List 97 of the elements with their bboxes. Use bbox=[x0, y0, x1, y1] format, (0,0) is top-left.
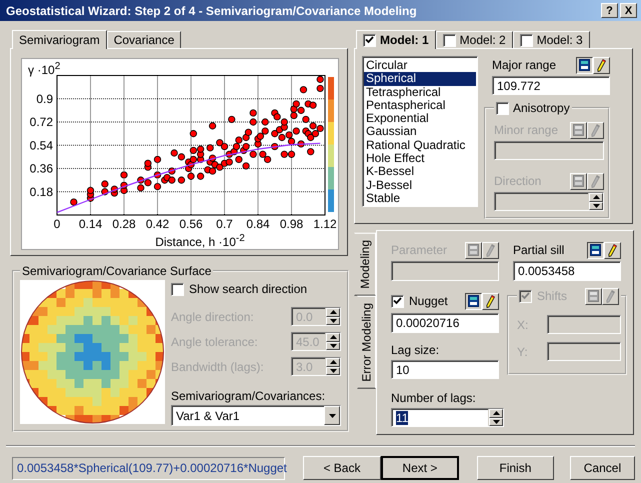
calculator-icon bbox=[573, 124, 584, 136]
pencil-button[interactable] bbox=[482, 292, 499, 310]
field-label: Number of lags: bbox=[391, 391, 476, 405]
list-item[interactable]: Tetraspherical bbox=[364, 86, 476, 99]
formula-field: 0.0053458*Spherical(109.77)+0.00020716*Nugget bbox=[12, 456, 285, 480]
x-tick-label: 0.56 bbox=[179, 217, 203, 231]
list-item[interactable]: Pentaspherical bbox=[364, 98, 476, 112]
checkbox[interactable] bbox=[363, 34, 376, 46]
pencil-button[interactable] bbox=[482, 242, 499, 258]
calculator-icon bbox=[468, 244, 479, 256]
list-item[interactable]: Spherical bbox=[364, 72, 476, 86]
x-tick-label: 0.7 bbox=[216, 217, 233, 231]
group-title: Semivariogram/Covariance Surface bbox=[22, 264, 212, 278]
tab[interactable]: Model: 1 bbox=[356, 30, 436, 49]
pencil-icon bbox=[486, 294, 495, 308]
input-field[interactable] bbox=[391, 261, 499, 281]
input-field[interactable]: 0.0053458 bbox=[513, 261, 621, 281]
pencil-icon bbox=[486, 244, 495, 256]
field-label: Semivariogram/Covariances: bbox=[171, 389, 326, 403]
wizard-button[interactable]: < Back bbox=[303, 456, 381, 480]
pencil-icon bbox=[608, 244, 617, 256]
calculator-icon bbox=[590, 244, 601, 256]
tab[interactable]: Model: 2 bbox=[436, 31, 513, 48]
tab[interactable]: Error Modeling bbox=[357, 296, 376, 388]
input-field[interactable] bbox=[547, 342, 621, 361]
list-item[interactable]: J-Bessel bbox=[364, 178, 476, 192]
checkbox-label: Show search direction bbox=[189, 282, 308, 296]
field-label: Partial sill bbox=[513, 243, 564, 257]
spinner-field[interactable] bbox=[494, 192, 604, 211]
calculator-icon bbox=[579, 59, 590, 71]
x-tick-label: 0.84 bbox=[246, 217, 270, 231]
close-button[interactable]: X bbox=[620, 3, 637, 18]
help-button[interactable]: ? bbox=[601, 3, 618, 18]
list-item[interactable]: K-Bessel bbox=[364, 165, 476, 179]
calculator-icon bbox=[468, 295, 479, 307]
input-field[interactable] bbox=[494, 141, 604, 160]
checkbox[interactable] bbox=[391, 294, 404, 308]
x-tick-label: 0.14 bbox=[78, 217, 102, 231]
caret-icon bbox=[328, 414, 336, 418]
tab[interactable]: Semivariogram bbox=[12, 30, 107, 49]
calculator-button[interactable] bbox=[587, 242, 604, 258]
dropdown[interactable]: Var1 & Var1 bbox=[171, 405, 341, 426]
input-field[interactable] bbox=[547, 315, 621, 334]
list-item[interactable]: Circular bbox=[364, 59, 476, 72]
y-tick-label: 0.72 bbox=[30, 115, 53, 129]
checkbox[interactable] bbox=[496, 102, 509, 114]
calculator-icon bbox=[573, 175, 584, 187]
tab[interactable]: Covariance bbox=[106, 31, 182, 48]
field-label: Lag size: bbox=[391, 343, 440, 357]
list-item[interactable]: Hole Effect bbox=[364, 152, 476, 166]
calculator-button[interactable] bbox=[576, 56, 593, 74]
axis-title: Distance, h ·10$^{-2}$ bbox=[154, 232, 246, 249]
pencil-icon bbox=[606, 290, 615, 302]
tab[interactable]: Modeling bbox=[354, 233, 376, 296]
spin-buttons[interactable] bbox=[588, 193, 603, 210]
list-item[interactable]: Stable bbox=[364, 192, 476, 206]
pencil-button[interactable] bbox=[587, 172, 604, 190]
checkbox[interactable] bbox=[442, 34, 456, 46]
spin-buttons[interactable] bbox=[488, 409, 503, 426]
pencil-icon bbox=[591, 124, 600, 136]
wizard-button[interactable]: Next > bbox=[380, 456, 459, 480]
tab[interactable]: Model: 3 bbox=[512, 31, 590, 48]
y-tick-label: 0.18 bbox=[30, 184, 53, 199]
pencil-button[interactable] bbox=[593, 56, 610, 74]
input-field[interactable]: 10 bbox=[391, 360, 499, 379]
pencil-icon bbox=[591, 174, 600, 188]
y-tick-label: 0.36 bbox=[30, 162, 53, 176]
checkbox-label: Anisotropy bbox=[513, 101, 570, 115]
pencil-button[interactable] bbox=[587, 122, 604, 138]
x-tick-label: 1.12 bbox=[313, 217, 337, 231]
checkbox[interactable] bbox=[171, 282, 184, 296]
calculator-button[interactable] bbox=[465, 292, 482, 310]
window-title: Geostatistical Wizard: Step 2 of 4 - Semivariogram/Covariance Modeling bbox=[6, 4, 417, 18]
x-tick-label: 0.42 bbox=[146, 217, 170, 231]
data-point bbox=[307, 148, 314, 156]
data-point bbox=[178, 176, 186, 184]
input-field[interactable]: 0.00020716 bbox=[391, 313, 499, 333]
input-field[interactable]: 109.772 bbox=[492, 76, 610, 95]
calculator-icon bbox=[588, 290, 599, 302]
spinner-field[interactable]: 11 bbox=[391, 408, 504, 427]
data-point bbox=[300, 86, 308, 94]
wizard-button[interactable]: Cancel bbox=[570, 456, 635, 480]
wizard-button[interactable]: Finish bbox=[476, 456, 554, 480]
x-tick-label: 0 bbox=[54, 217, 60, 231]
x-tick-label: 0.98 bbox=[280, 217, 304, 231]
list-item[interactable]: Exponential bbox=[364, 112, 476, 126]
checkbox-label: Nugget bbox=[409, 294, 448, 308]
x-tick-label: 0.28 bbox=[112, 217, 136, 231]
pencil-button[interactable] bbox=[602, 288, 619, 304]
y-tick-label: 0.9 bbox=[36, 92, 53, 106]
y-tick-label: 0.54 bbox=[30, 138, 53, 152]
pencil-icon bbox=[597, 58, 606, 72]
list-item[interactable]: Rational Quadratic bbox=[364, 138, 476, 152]
list-item[interactable]: Gaussian bbox=[364, 125, 476, 139]
checkbox[interactable] bbox=[520, 34, 533, 46]
field-label: Major range bbox=[492, 58, 556, 72]
pencil-button[interactable] bbox=[604, 242, 621, 258]
